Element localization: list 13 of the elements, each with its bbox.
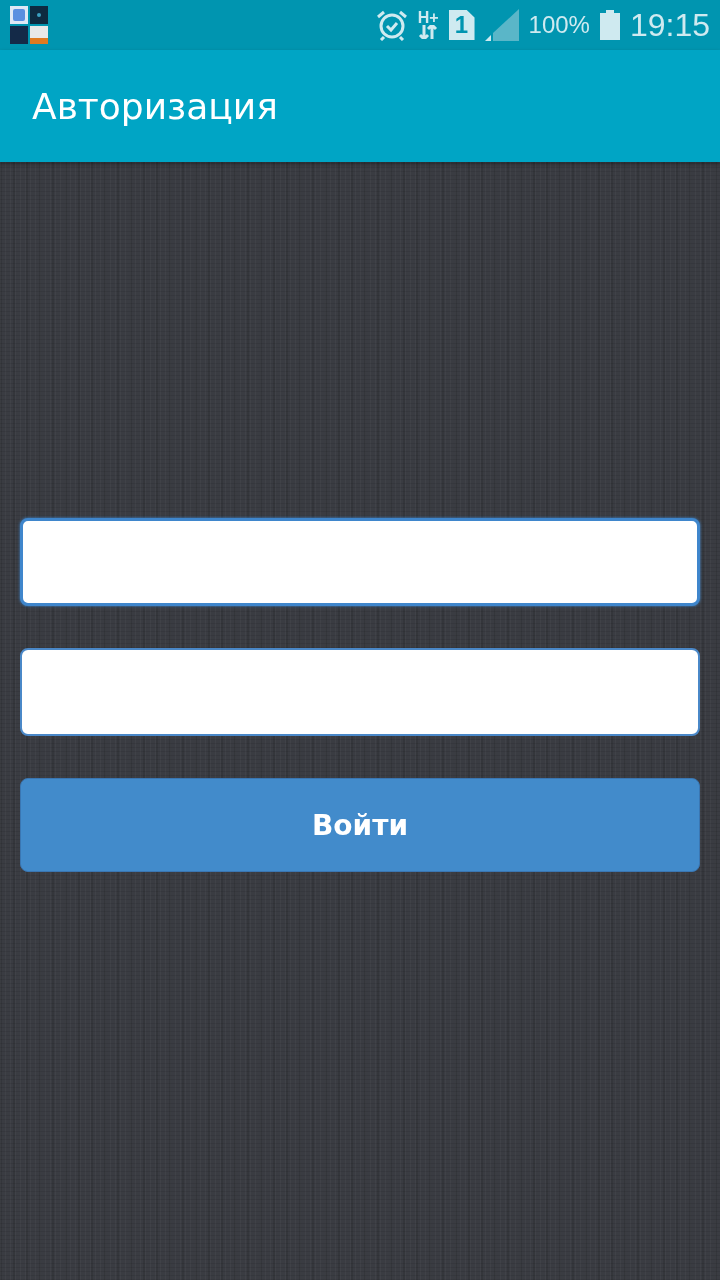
network-type: H+ — [417, 11, 439, 25]
data-arrows-icon — [418, 25, 439, 39]
input-field[interactable] — [20, 648, 700, 736]
battery-level: 100% — [528, 11, 590, 39]
signal-icon — [484, 9, 519, 41]
login-button[interactable]: Войти — [20, 778, 700, 872]
sim-card: 1 — [448, 10, 475, 40]
app-icon — [10, 6, 48, 44]
battery-icon — [599, 10, 620, 40]
alarm-clock-icon — [375, 9, 408, 41]
screen-title: Авторизация — [32, 85, 278, 127]
clock: 19:15 — [629, 6, 710, 44]
input-field[interactable] — [20, 518, 700, 606]
